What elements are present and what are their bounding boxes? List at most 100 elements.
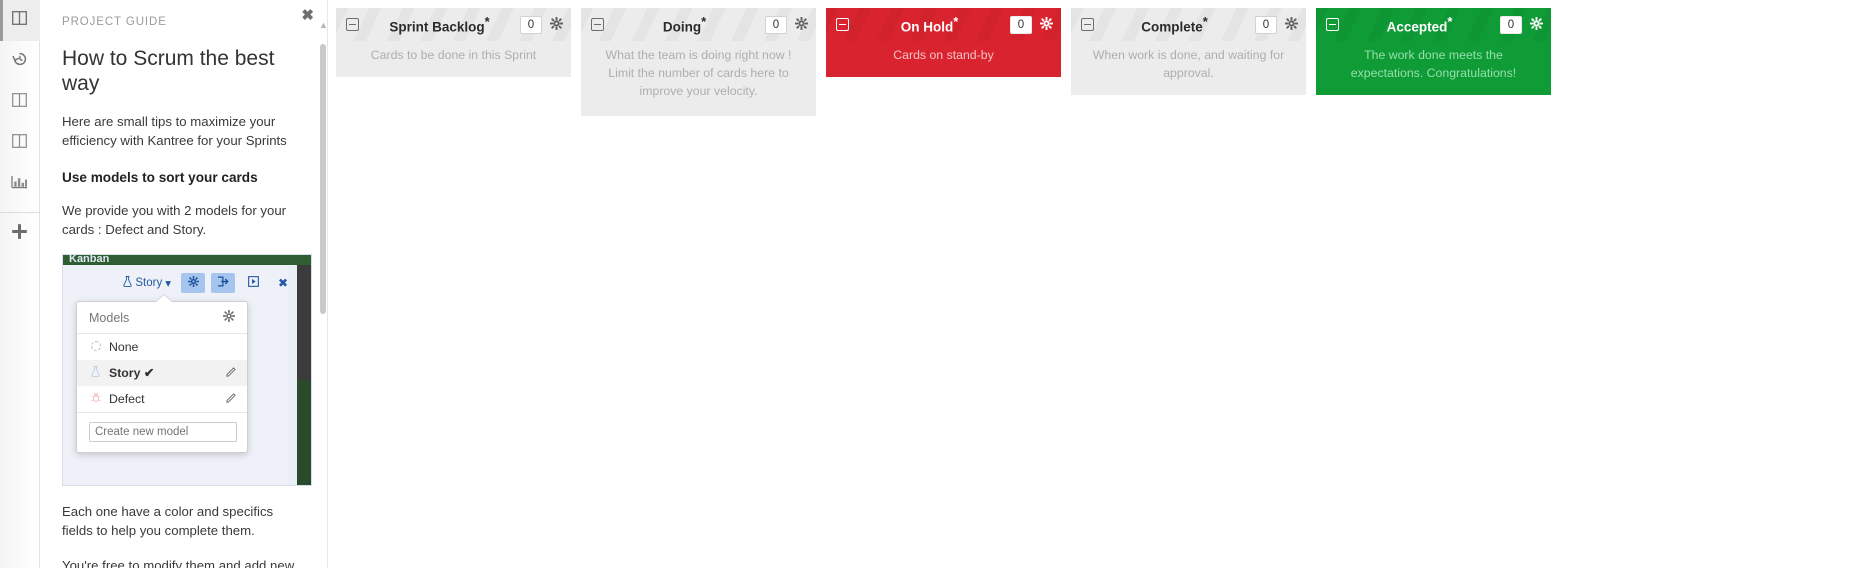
guide-intro: Here are small tips to maximize your eff… (62, 114, 287, 148)
screenshot-settings-button[interactable] (181, 273, 205, 294)
guide-after-body-2: You're free to modify them and add new. (62, 558, 298, 568)
model-label: Defect (109, 392, 145, 407)
column-card-count: 0 (1010, 15, 1032, 34)
gear-icon[interactable] (1039, 16, 1054, 32)
project-guide-panel: PROJECT GUIDE ✖ How to Scrum the best wa… (40, 0, 328, 568)
screenshot-move-button[interactable] (211, 273, 235, 294)
rail-item-history-view[interactable] (0, 41, 40, 82)
guide-eyebrow: PROJECT GUIDE (62, 16, 167, 28)
flask-icon (123, 276, 133, 290)
column-description: What the team is doing right now ! Limit… (581, 41, 816, 117)
column-card-count: 0 (1255, 15, 1277, 34)
play-box-icon (247, 276, 259, 290)
models-popover-header: Models (77, 302, 247, 335)
gear-icon (187, 276, 199, 290)
column-header[interactable]: Sprint Backlog* 0 (336, 8, 571, 41)
history-icon (11, 51, 28, 72)
column-title: Sprint Backlog* (389, 14, 490, 35)
collapse-icon[interactable] (1326, 18, 1339, 31)
guide-screenshot: Kanban Story ▾ ✖ Models None Story ✔ Def… (62, 254, 312, 487)
create-new-model-input[interactable] (89, 422, 237, 443)
board-column-on-hold: On Hold* 0 Cards on stand-by (826, 8, 1061, 77)
board-column-sprint-backlog: Sprint Backlog* 0 Cards to be done in th… (336, 8, 571, 77)
board-column-doing: Doing* 0 What the team is doing right no… (581, 8, 816, 117)
column-header[interactable]: Accepted* 0 (1316, 8, 1551, 41)
column-description: Cards to be done in this Sprint (336, 41, 571, 77)
board-column-accepted: Accepted* 0 The work done meets the expe… (1316, 8, 1551, 95)
collapse-icon[interactable] (591, 18, 604, 31)
column-header[interactable]: Complete* 0 (1071, 8, 1306, 41)
models-popover-row-none[interactable]: None (77, 334, 247, 360)
rail-item-board-view[interactable] (0, 0, 40, 41)
guide-scrollbar[interactable]: ▲ (319, 20, 328, 465)
rail-add-button[interactable] (0, 213, 40, 253)
close-icon[interactable]: ✖ (301, 8, 314, 23)
close-icon: ✖ (277, 276, 289, 291)
column-card-count: 0 (520, 15, 542, 34)
dashed-circle-icon (89, 340, 102, 354)
plus-icon (11, 223, 28, 244)
edit-pencil-icon[interactable] (226, 392, 237, 406)
collapse-icon[interactable] (346, 18, 359, 31)
screenshot-kanban-label: Kanban (69, 254, 110, 266)
column-description: The work done meets the expectations. Co… (1316, 41, 1551, 95)
required-marker: * (484, 14, 490, 30)
models-popover-row-story[interactable]: Story ✔ (77, 360, 247, 387)
rail-item-list-view[interactable] (0, 82, 40, 123)
models-popover-row-defect[interactable]: Defect (77, 386, 247, 412)
screenshot-card-toolbar: Story ▾ ✖ (63, 273, 299, 294)
rail-item-reports-view[interactable] (0, 164, 40, 205)
column-title: Doing* (662, 14, 707, 35)
sign-in-arrow-icon (217, 276, 229, 290)
models-popover-title: Models (89, 310, 130, 325)
models-popover: Models None Story ✔ Defect Create new mo… (76, 301, 248, 454)
required-marker: * (701, 14, 707, 30)
columns-icon (12, 11, 27, 30)
columns-icon (12, 93, 27, 112)
gear-icon[interactable] (794, 16, 809, 32)
guide-after-body-1: Each one have a color and specifics fiel… (62, 504, 274, 538)
guide-section-body: We provide you with 2 models for your ca… (62, 203, 287, 237)
column-description: When work is done, and waiting for appro… (1071, 41, 1306, 95)
check-icon: ✔ (143, 366, 155, 381)
screenshot-expand-button[interactable] (241, 273, 265, 293)
guide-title: How to Scrum the best way (62, 47, 275, 96)
screenshot-model-selector[interactable]: Story ▾ (123, 276, 171, 290)
left-icon-rail (0, 0, 40, 568)
bar-chart-icon (11, 175, 28, 195)
column-title: Complete* (1141, 14, 1208, 35)
model-label: Story ✔ (109, 366, 155, 381)
column-title: On Hold* (900, 14, 959, 35)
chevron-down-icon: ▾ (165, 278, 171, 291)
column-card-count: 0 (1500, 15, 1522, 34)
screenshot-close-button[interactable]: ✖ (271, 273, 295, 293)
gear-icon[interactable] (1284, 16, 1299, 32)
guide-section-heading: Use models to sort your cards (62, 170, 258, 186)
guide-scrollbar-thumb[interactable] (320, 44, 326, 314)
board-column-complete: Complete* 0 When work is done, and waiti… (1071, 8, 1306, 95)
columns-icon (12, 134, 27, 153)
edit-pencil-icon[interactable] (226, 366, 237, 380)
column-title: Accepted* (1386, 14, 1453, 35)
models-popover-footer (77, 412, 247, 452)
column-header[interactable]: On Hold* 0 (826, 8, 1061, 41)
required-marker: * (953, 14, 959, 30)
screenshot-model-label: Story (135, 277, 163, 290)
column-header[interactable]: Doing* 0 (581, 8, 816, 41)
collapse-icon[interactable] (836, 18, 849, 31)
column-description: Cards on stand-by (826, 41, 1061, 77)
screenshot-right-stripe-inner (288, 265, 297, 486)
gear-icon[interactable] (1529, 16, 1544, 32)
rail-item-table-view[interactable] (0, 123, 40, 164)
screenshot-right-stripe (297, 265, 311, 486)
required-marker: * (1202, 14, 1208, 30)
guide-panel-divider (327, 0, 328, 568)
board-columns: Sprint Backlog* 0 Cards to be done in th… (328, 0, 1856, 568)
collapse-icon[interactable] (1081, 18, 1094, 31)
column-card-count: 0 (765, 15, 787, 34)
bug-icon (89, 392, 102, 406)
gear-icon[interactable] (549, 16, 564, 32)
model-label: None (109, 340, 139, 355)
app-root: PROJECT GUIDE ✖ How to Scrum the best wa… (0, 0, 1856, 568)
gear-icon[interactable] (222, 310, 236, 325)
